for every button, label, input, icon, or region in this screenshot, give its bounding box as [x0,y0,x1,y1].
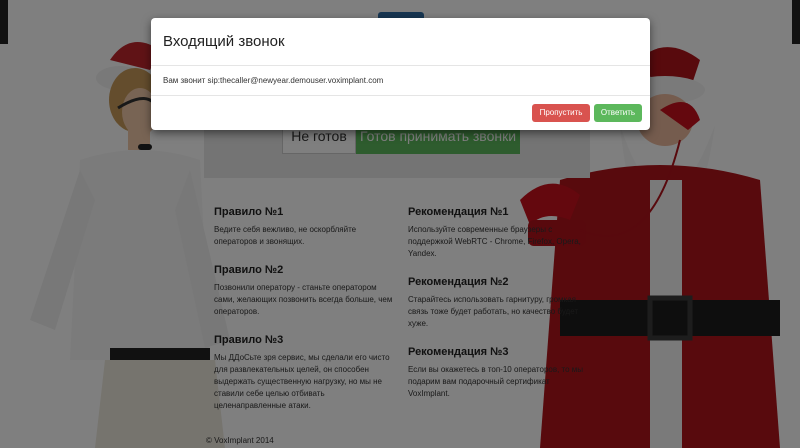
modal-body: Вам звонит sip:thecaller@newyear.demouse… [151,66,650,96]
incoming-call-dialog: Входящий звонок Вам звонит sip:thecaller… [151,18,650,130]
modal-footer: Пропустить Ответить [151,96,650,129]
skip-call-button[interactable]: Пропустить [532,103,590,122]
caller-message: Вам звонит sip:thecaller@newyear.demouse… [163,76,384,85]
modal-title: Входящий звонок [163,33,285,50]
answer-call-button[interactable]: Ответить [594,103,642,122]
modal-header: Входящий звонок [151,18,650,66]
